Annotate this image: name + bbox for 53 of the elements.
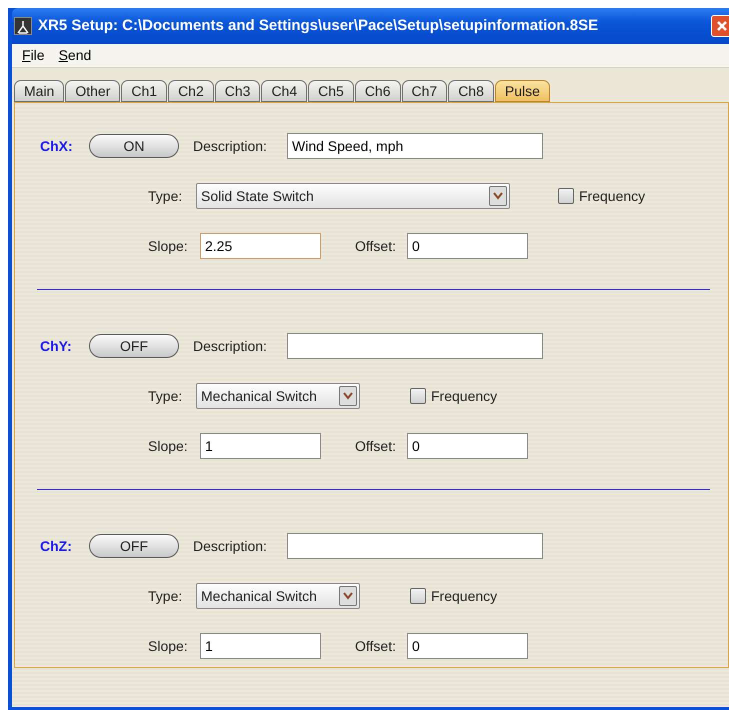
- tab[interactable]: Ch2: [168, 80, 214, 102]
- tab[interactable]: Ch8: [448, 80, 494, 102]
- toggle-button[interactable]: OFF: [89, 534, 179, 558]
- input-field[interactable]: Wind Speed, mph: [287, 133, 543, 159]
- channel-label: ChY:: [40, 336, 73, 356]
- field-label: Description:: [193, 336, 268, 356]
- type-dropdown[interactable]: Solid State Switch: [196, 183, 510, 209]
- channel-label: ChX:: [40, 136, 74, 156]
- checkbox-label: Frequency: [579, 186, 646, 206]
- field-label: Description:: [193, 136, 268, 156]
- type-dropdown[interactable]: Mechanical Switch: [196, 383, 360, 409]
- field-label: Description:: [193, 536, 268, 556]
- field-label: Slope:: [148, 436, 189, 456]
- window-title: XR5 Setup: C:\Documents and Settings\user\Pace\Setup\setupinformation.8SE: [38, 16, 598, 36]
- close-button[interactable]: [711, 15, 729, 37]
- checkbox[interactable]: [410, 588, 426, 604]
- input-field[interactable]: 0: [407, 633, 528, 659]
- tab[interactable]: Pulse: [494, 80, 550, 102]
- tab[interactable]: Other: [65, 80, 120, 102]
- tab[interactable]: Ch7: [402, 80, 448, 102]
- checkbox-label: Frequency: [431, 586, 498, 606]
- menu-item[interactable]: File: [22, 45, 45, 66]
- field-label: Type:: [148, 186, 184, 206]
- tab[interactable]: Main: [14, 80, 64, 102]
- input-field[interactable]: [287, 333, 543, 359]
- channel-label: ChZ:: [40, 536, 73, 556]
- checkbox[interactable]: [410, 388, 426, 404]
- checkbox-label: Frequency: [431, 386, 498, 406]
- app-icon: [14, 17, 32, 35]
- input-field[interactable]: 1: [200, 633, 321, 659]
- checkbox[interactable]: [558, 188, 574, 204]
- field-label: Type:: [148, 586, 184, 606]
- field-label: Offset:: [355, 636, 397, 656]
- toggle-button[interactable]: OFF: [89, 334, 179, 358]
- field-label: Slope:: [148, 636, 189, 656]
- input-field[interactable]: 0: [407, 433, 528, 459]
- input-field[interactable]: 0: [407, 233, 528, 259]
- toggle-button[interactable]: ON: [89, 134, 179, 158]
- field-label: Type:: [148, 386, 184, 406]
- type-dropdown[interactable]: Mechanical Switch: [196, 583, 360, 609]
- menu-item[interactable]: Send: [58, 45, 92, 66]
- input-field[interactable]: 1: [200, 433, 321, 459]
- tab[interactable]: Ch4: [261, 80, 308, 102]
- tab[interactable]: Ch3: [214, 80, 260, 102]
- input-field[interactable]: [287, 533, 543, 559]
- input-field[interactable]: 2.25: [200, 233, 321, 259]
- tab[interactable]: Ch6: [354, 80, 400, 102]
- close-icon: [716, 20, 728, 32]
- tab[interactable]: Ch1: [121, 80, 168, 102]
- field-label: Slope:: [148, 236, 189, 256]
- tab[interactable]: Ch5: [308, 80, 354, 102]
- field-label: Offset:: [355, 236, 397, 256]
- field-label: Offset:: [355, 436, 397, 456]
